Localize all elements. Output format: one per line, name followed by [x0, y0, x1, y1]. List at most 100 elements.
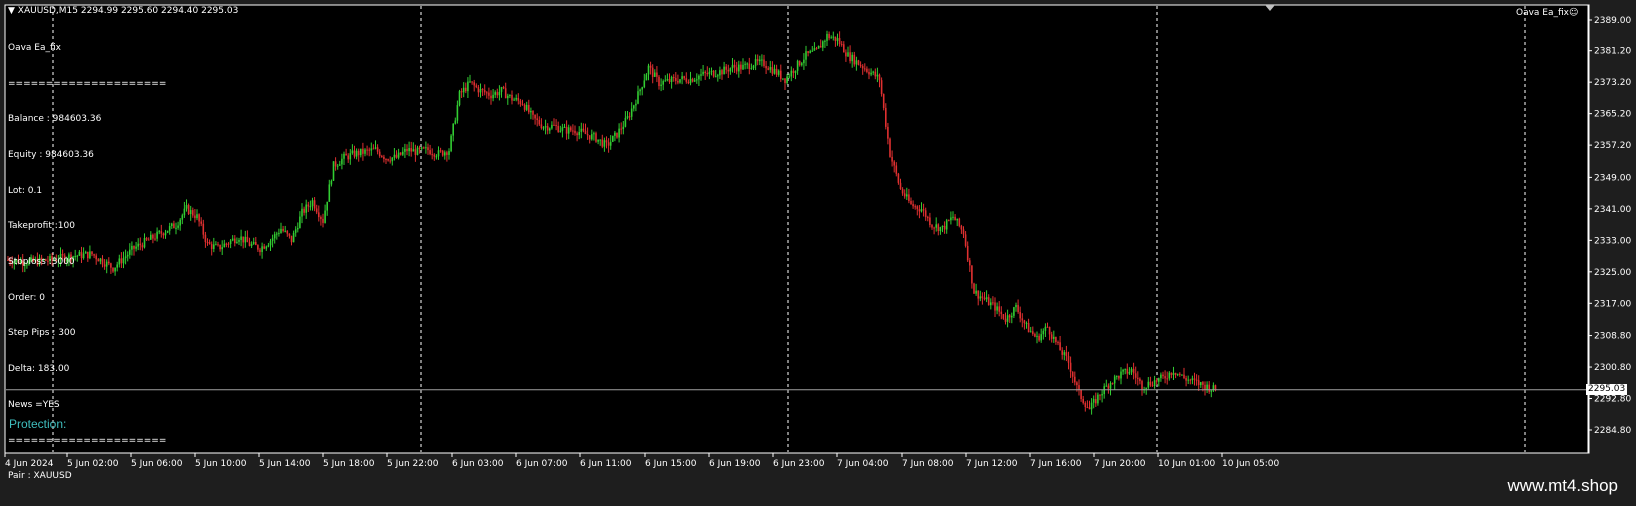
candle-body [922, 209, 925, 211]
candle-body [943, 225, 946, 230]
candle-body [473, 82, 475, 86]
candle-body [1166, 378, 1168, 380]
candle-body [677, 80, 679, 83]
candle-body [236, 241, 238, 244]
time-tick-label: 7 Jun 16:00 [1030, 459, 1082, 469]
candle-body [1092, 399, 1095, 403]
candle-body [700, 74, 702, 76]
candle-body [383, 156, 385, 160]
time-tick-label: 10 Jun 05:00 [1222, 459, 1279, 469]
candle-body [620, 128, 622, 130]
candle-body [1155, 380, 1158, 382]
candle-body [706, 73, 709, 75]
candle-body [355, 150, 358, 157]
candle-body [603, 140, 606, 147]
candle-body [729, 68, 732, 72]
time-tick-label: 6 Jun 11:00 [580, 459, 632, 469]
candle-body [517, 97, 520, 101]
candle-body [784, 78, 786, 84]
candle-body [189, 210, 192, 215]
candle-body [439, 150, 442, 152]
candle-body [332, 161, 335, 181]
symbol-quote-line[interactable]: ▼ XAUUSD,M15 2294.99 2295.60 2294.40 229… [8, 6, 238, 16]
candle-body [544, 126, 547, 128]
candle-body [675, 77, 677, 81]
candle-body [555, 124, 557, 126]
candle-body [1120, 371, 1122, 379]
candle-body [513, 99, 515, 101]
ea-panel-line: News =YES [8, 399, 60, 410]
candle-body [286, 230, 289, 234]
candle-body [313, 200, 316, 209]
candle-body [1015, 305, 1017, 308]
candle-body [282, 228, 284, 231]
candle-body [521, 104, 524, 106]
candle-body [693, 80, 696, 82]
candle-body [733, 64, 736, 68]
candle-body [662, 81, 664, 85]
candle-body [1021, 318, 1024, 321]
candle-body [845, 52, 847, 57]
candle-body [1065, 352, 1068, 356]
candle-body [450, 135, 452, 152]
protection-label: Protection: [9, 417, 67, 431]
candle-body [933, 227, 935, 229]
candle-body [322, 218, 324, 223]
candle-body [956, 218, 958, 221]
candle-body [168, 226, 171, 231]
candle-body [250, 243, 253, 246]
ea-panel-line: Stoploss :3000 [8, 257, 75, 268]
candle-body [490, 95, 492, 99]
candle-body [1029, 331, 1032, 333]
candle-body [194, 215, 196, 219]
candle-body [1042, 330, 1045, 335]
time-tick-label: 6 Jun 07:00 [516, 459, 568, 469]
candle-body [336, 165, 339, 167]
candle-body [223, 243, 226, 248]
candle-body [1187, 379, 1189, 381]
candle-body [1195, 379, 1198, 381]
candle-body [853, 54, 856, 65]
candle-body [752, 65, 755, 69]
candle-body [777, 70, 780, 75]
candle-body [376, 147, 379, 152]
candle-body [1206, 384, 1208, 390]
candle-body [1086, 406, 1089, 408]
candle-body [1122, 369, 1124, 372]
candle-body [242, 236, 244, 243]
candle-body [1126, 368, 1129, 374]
candle-body [1160, 374, 1162, 379]
candle-body [769, 67, 772, 70]
candle-body [738, 64, 740, 72]
candle-body [843, 44, 845, 53]
candle-body [175, 227, 177, 229]
candle-body [838, 38, 841, 45]
candle-body [616, 132, 618, 138]
expert-advisor-label[interactable]: Oava Ea_fix☺ [1516, 8, 1578, 18]
candle-body [530, 110, 532, 113]
candle-body [672, 77, 675, 79]
candle-body [698, 75, 700, 80]
candle-body [1002, 314, 1005, 319]
candle-body [977, 290, 979, 299]
candle-body [179, 219, 181, 226]
candle-body [811, 50, 814, 52]
candle-body [387, 159, 389, 161]
candle-body [595, 133, 597, 142]
candle-body [960, 225, 963, 230]
candle-body [950, 217, 952, 221]
chart-canvas[interactable]: 2389.00 2381.20 2373.20 2365.20 2357.20 2349.… [0, 0, 1636, 506]
candle-body [481, 89, 484, 91]
candle-body [1162, 374, 1164, 377]
candle-body [538, 119, 541, 125]
time-tick-label: 5 Jun 22:00 [387, 459, 439, 469]
candle-body [410, 148, 412, 152]
candle-body [612, 135, 614, 142]
candle-body [1027, 323, 1030, 333]
candle-body [1153, 380, 1156, 387]
candle-body [723, 66, 725, 75]
candle-body [651, 67, 654, 77]
candle-body [880, 80, 883, 95]
candle-body [381, 156, 383, 158]
candle-body [786, 76, 788, 84]
